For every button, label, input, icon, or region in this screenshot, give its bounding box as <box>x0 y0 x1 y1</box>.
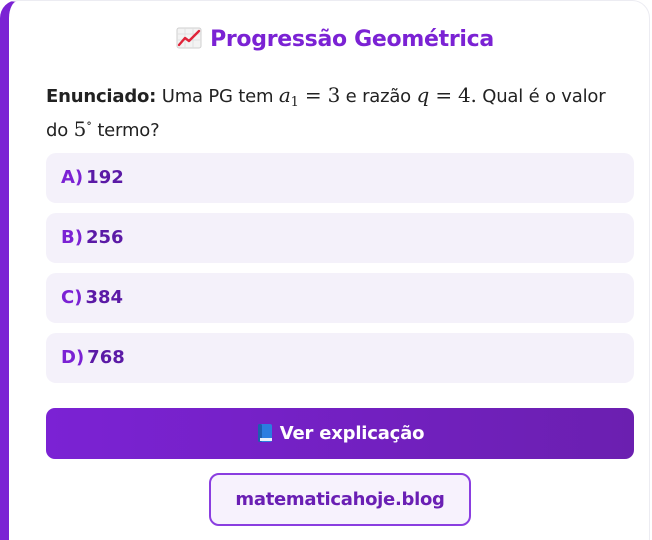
math-a1-rest: = 3 <box>304 83 341 107</box>
card-title-text: Progressão Geométrica <box>210 27 494 52</box>
math-term-sup: ∘ <box>86 116 92 130</box>
explain-button-label: Ver explicação <box>279 423 425 444</box>
statement-text-4: termo? <box>97 120 160 141</box>
option-value: 256 <box>85 227 124 248</box>
math-a1-sub: 1 <box>290 95 299 110</box>
option-b[interactable]: B) 256 <box>46 213 634 263</box>
math-a1-var: a <box>278 83 291 107</box>
statement-text-1: Uma PG tem <box>161 86 274 107</box>
option-value: 768 <box>87 347 125 368</box>
option-letter: C) <box>61 287 83 308</box>
option-c[interactable]: C) 384 <box>46 273 634 323</box>
math-term: 5∘ <box>74 117 92 141</box>
option-value: 384 <box>85 287 124 308</box>
option-value: 192 <box>86 167 124 188</box>
option-letter: A) <box>61 167 84 188</box>
math-q-rest: = 4. <box>435 83 477 107</box>
math-a1: a1 = 3 <box>278 83 341 110</box>
option-d[interactable]: D) 768 <box>46 333 634 383</box>
statement-label: Enunciado: <box>46 86 157 107</box>
question-card: Progressão Geométrica Enunciado: Uma PG … <box>0 0 650 540</box>
math-term-num: 5 <box>73 117 87 141</box>
card-title: Progressão Geométrica <box>9 27 652 52</box>
statement-text-2: e razão <box>345 86 412 107</box>
option-letter: B) <box>61 227 83 248</box>
chart-increasing-icon <box>176 27 202 49</box>
blue-book-icon <box>257 424 272 442</box>
option-a[interactable]: A) 192 <box>46 153 634 203</box>
option-letter: D) <box>61 347 85 368</box>
math-q: q = 4. <box>417 83 477 107</box>
explain-button[interactable]: Ver explicação <box>46 408 634 459</box>
math-q-var: q <box>416 83 430 107</box>
blog-link[interactable]: matematicahoje.blog <box>209 473 471 526</box>
problem-statement: Enunciado: Uma PG tem a1 = 3 e razão q =… <box>46 79 626 147</box>
